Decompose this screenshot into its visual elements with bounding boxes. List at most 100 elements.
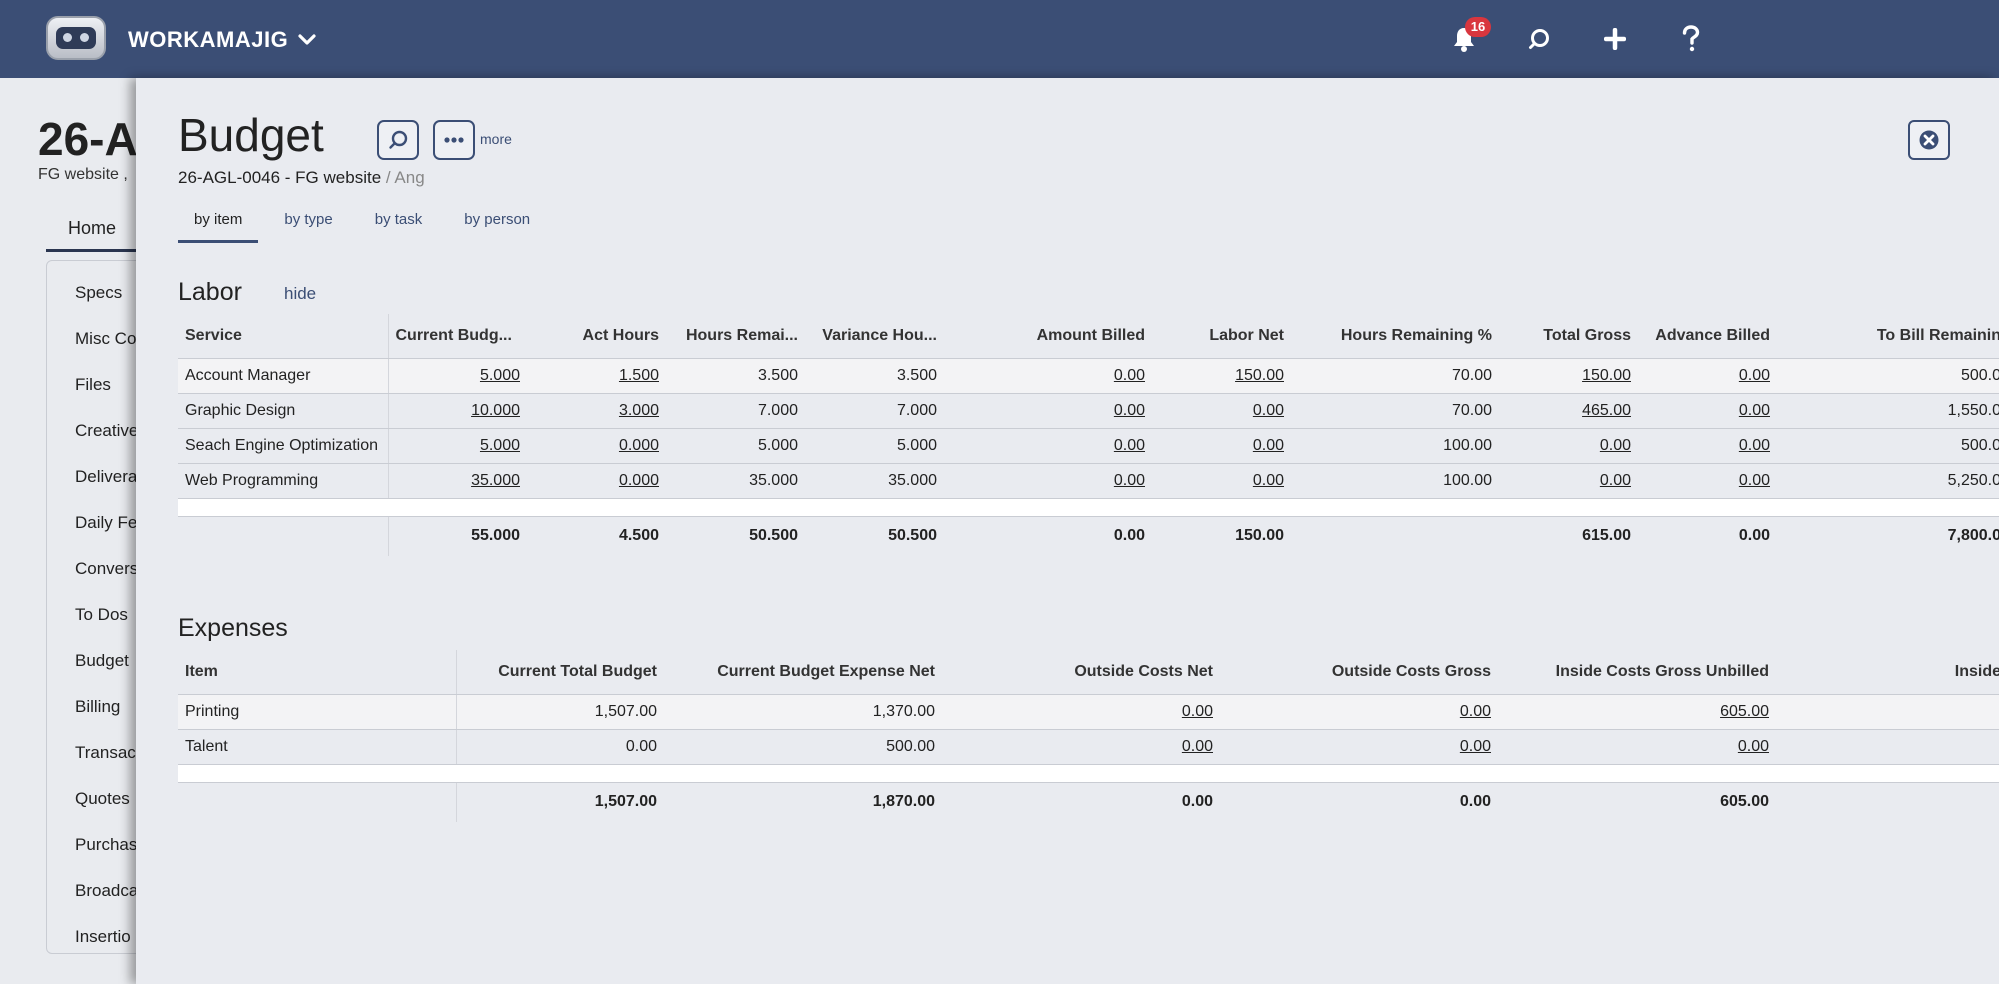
sidebar-item-billing[interactable]: Billing	[75, 697, 120, 717]
item-name: Talent	[178, 729, 457, 765]
tab-by-person[interactable]: by person	[448, 211, 546, 243]
total-gross-link[interactable]: 0.00	[1499, 428, 1638, 464]
sidebar-item-files[interactable]: Files	[75, 375, 111, 395]
total-gross-link[interactable]: 150.00	[1499, 358, 1638, 394]
labor-net-link[interactable]: 0.00	[1152, 428, 1291, 464]
spacer-cell	[178, 498, 1999, 517]
help-button[interactable]	[1674, 22, 1708, 56]
total-outside-costs-gross: 0.00	[1459, 792, 1491, 810]
advance-billed-link[interactable]: 0.00	[1638, 463, 1777, 499]
act-hours-link[interactable]: 0.000	[527, 428, 666, 464]
inside-costs-gross-unbilled-link[interactable]: 0.00	[1498, 729, 1776, 765]
sidebar-item-transactions[interactable]: Transac	[75, 743, 136, 763]
advance-billed-link[interactable]: 0.00	[1638, 428, 1777, 464]
column-header-amount-billed[interactable]: Amount Billed	[944, 314, 1152, 359]
close-button[interactable]	[1908, 120, 1950, 160]
close-icon	[1919, 130, 1939, 150]
labor-totals-row: 55.000 4.500 50.500 50.500 0.00 150.00 6…	[178, 516, 1999, 556]
add-new-button[interactable]	[1598, 22, 1632, 56]
more-link[interactable]: more	[480, 131, 512, 147]
breadcrumb-project[interactable]: 26-AGL-0046 - FG website	[178, 168, 381, 187]
column-header-current-budget[interactable]: Current Budg...	[388, 314, 527, 359]
cell-value: 0.000	[618, 436, 659, 454]
total-inside-costs-gross-unbilled: 605.00	[1720, 792, 1769, 810]
amount-billed-link[interactable]: 0.00	[944, 358, 1152, 394]
sidebar-item-conversations[interactable]: Convers	[75, 559, 138, 579]
labor-net-link[interactable]: 150.00	[1152, 358, 1291, 394]
advance-billed-link[interactable]: 0.00	[1638, 358, 1777, 394]
tab-by-task[interactable]: by task	[359, 211, 439, 243]
total-gross-link[interactable]: 0.00	[1499, 463, 1638, 499]
hours-remaining-pct-cell: 70.00	[1291, 393, 1499, 429]
item-name: Printing	[178, 694, 457, 730]
outside-costs-net-link[interactable]: 0.00	[942, 694, 1220, 730]
act-hours-link[interactable]: 3.000	[527, 393, 666, 429]
advance-billed-link[interactable]: 0.00	[1638, 393, 1777, 429]
total-gross-link[interactable]: 465.00	[1499, 393, 1638, 429]
sidebar-item-deliverables[interactable]: Delivera	[75, 467, 137, 487]
cell-value: 0.00	[1113, 366, 1145, 384]
column-header-current-budget-expense-net[interactable]: Current Budget Expense Net	[664, 650, 942, 695]
sidebar-item-misc-costs[interactable]: Misc Co	[75, 329, 136, 349]
sidebar-item-purchase-orders[interactable]: Purchas	[75, 835, 137, 855]
workamajig-logo[interactable]	[46, 16, 106, 60]
column-header-hours-remaining[interactable]: Hours Remai...	[666, 314, 805, 359]
current-budget-link[interactable]: 35.000	[388, 463, 527, 499]
sidebar-item-creative[interactable]: Creative	[75, 421, 138, 441]
column-header-labor-net[interactable]: Labor Net	[1152, 314, 1291, 359]
global-search-button[interactable]	[1522, 22, 1556, 56]
outside-costs-gross-link[interactable]: 0.00	[1220, 729, 1498, 765]
column-header-to-bill-remaining[interactable]: To Bill Remainin	[1777, 314, 1999, 359]
sidebar-item-insertions[interactable]: Insertio	[75, 927, 131, 947]
outside-costs-gross-link[interactable]: 0.00	[1220, 694, 1498, 730]
column-header-hours-remaining-pct[interactable]: Hours Remaining %	[1291, 314, 1499, 359]
column-header-outside-costs-gross[interactable]: Outside Costs Gross	[1220, 650, 1498, 695]
expenses-header-row: Item Current Total Budget Current Budget…	[178, 650, 1999, 695]
column-header-advance-billed[interactable]: Advance Billed	[1638, 314, 1777, 359]
amount-billed-link[interactable]: 0.00	[944, 393, 1152, 429]
tab-by-type[interactable]: by type	[268, 211, 348, 243]
current-budget-link[interactable]: 5.000	[388, 428, 527, 464]
tab-by-item[interactable]: by item	[178, 211, 259, 243]
cell-value: 0.00	[1459, 702, 1491, 720]
table-row: Talent 0.00 500.00 0.00 0.00 0.00	[178, 729, 1999, 765]
outside-costs-net-link[interactable]: 0.00	[942, 729, 1220, 765]
current-budget-link[interactable]: 5.000	[388, 358, 527, 394]
column-header-variance-hours[interactable]: Variance Hou...	[805, 314, 944, 359]
sidebar-item-daily-feed[interactable]: Daily Fe	[75, 513, 137, 533]
sidebar-item-specs[interactable]: Specs	[75, 283, 122, 303]
sidebar-item-broadcast[interactable]: Broadca	[75, 881, 138, 901]
logo-face	[56, 27, 96, 49]
tab-home[interactable]: Home	[46, 218, 138, 252]
view-tabs: by item by type by task by person	[178, 211, 556, 243]
cell-value: 0.00	[1252, 436, 1284, 454]
amount-billed-link[interactable]: 0.00	[944, 463, 1152, 499]
brand-menu[interactable]: WORKAMAJIG	[128, 27, 316, 53]
inside-costs-gross-unbilled-link[interactable]: 605.00	[1498, 694, 1776, 730]
column-header-item[interactable]: Item	[178, 650, 457, 695]
search-button[interactable]	[377, 120, 419, 160]
column-header-inside[interactable]: Inside	[1776, 650, 1999, 695]
logo-eye	[63, 33, 72, 42]
column-header-total-gross[interactable]: Total Gross	[1499, 314, 1638, 359]
expenses-section-title: Expenses	[178, 614, 288, 642]
act-hours-link[interactable]: 0.000	[527, 463, 666, 499]
act-hours-link[interactable]: 1.500	[527, 358, 666, 394]
column-header-inside-costs-gross-unbilled[interactable]: Inside Costs Gross Unbilled	[1498, 650, 1776, 695]
chevron-down-icon	[298, 34, 316, 45]
sidebar-item-budget[interactable]: Budget	[75, 651, 129, 671]
column-header-service[interactable]: Service	[178, 314, 389, 359]
sidebar-item-quotes[interactable]: Quotes	[75, 789, 130, 809]
hide-labor-link[interactable]: hide	[284, 284, 316, 304]
total-label-cell	[178, 516, 389, 556]
sidebar-item-todos[interactable]: To Dos	[75, 605, 128, 625]
amount-billed-link[interactable]: 0.00	[944, 428, 1152, 464]
column-header-outside-costs-net[interactable]: Outside Costs Net	[942, 650, 1220, 695]
column-header-current-total-budget[interactable]: Current Total Budget	[456, 650, 664, 695]
labor-net-link[interactable]: 0.00	[1152, 463, 1291, 499]
column-header-act-hours[interactable]: Act Hours	[527, 314, 666, 359]
labor-net-link[interactable]: 0.00	[1152, 393, 1291, 429]
total-current-budget: 55.000	[471, 526, 520, 544]
current-budget-link[interactable]: 10.000	[388, 393, 527, 429]
more-actions-button[interactable]	[433, 120, 475, 160]
